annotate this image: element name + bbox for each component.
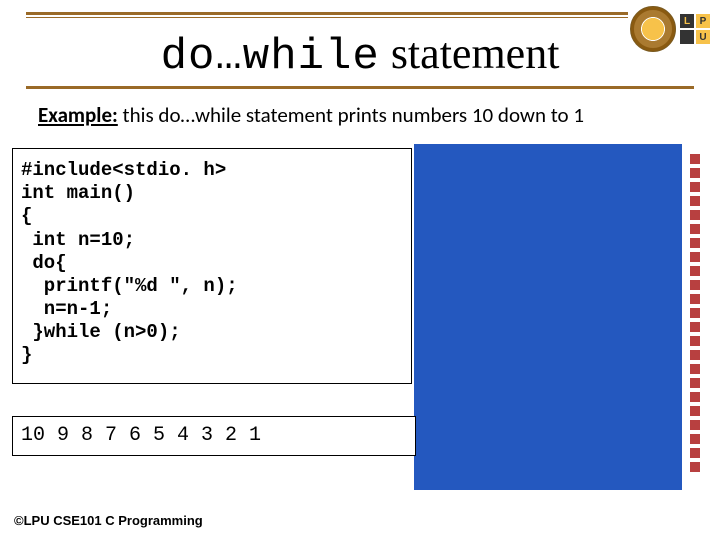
- lpu-blank: [680, 30, 694, 44]
- header-rule-thick: [26, 12, 682, 15]
- title-keyword: do…while: [161, 32, 380, 82]
- university-seal-icon: [630, 6, 676, 52]
- example-subtitle: Example: this do…while statement prints …: [38, 102, 694, 128]
- right-accent-bar: [690, 154, 700, 474]
- lpu-logo-icon: L P U: [680, 14, 710, 44]
- slide-title: do…while statement: [0, 28, 720, 82]
- lpu-u: U: [696, 30, 710, 44]
- output-content: 10 9 8 7 6 5 4 3 2 1: [21, 424, 407, 447]
- code-block: #include<stdio. h> int main() { int n=10…: [12, 148, 412, 384]
- title-rest: statement: [380, 29, 560, 78]
- example-label: Example:: [38, 102, 118, 128]
- logo-cluster: L P U: [628, 4, 712, 54]
- right-panel: [414, 144, 682, 490]
- output-block: 10 9 8 7 6 5 4 3 2 1: [12, 416, 416, 456]
- header-rule-thin: [26, 17, 682, 18]
- footer-copyright: ©LPU CSE101 C Programming: [14, 513, 203, 528]
- lpu-p: P: [696, 14, 710, 28]
- example-text: this do…while statement prints numbers 1…: [118, 102, 584, 128]
- title-underline: [26, 86, 694, 89]
- lpu-l: L: [680, 14, 694, 28]
- code-content: #include<stdio. h> int main() { int n=10…: [21, 159, 403, 368]
